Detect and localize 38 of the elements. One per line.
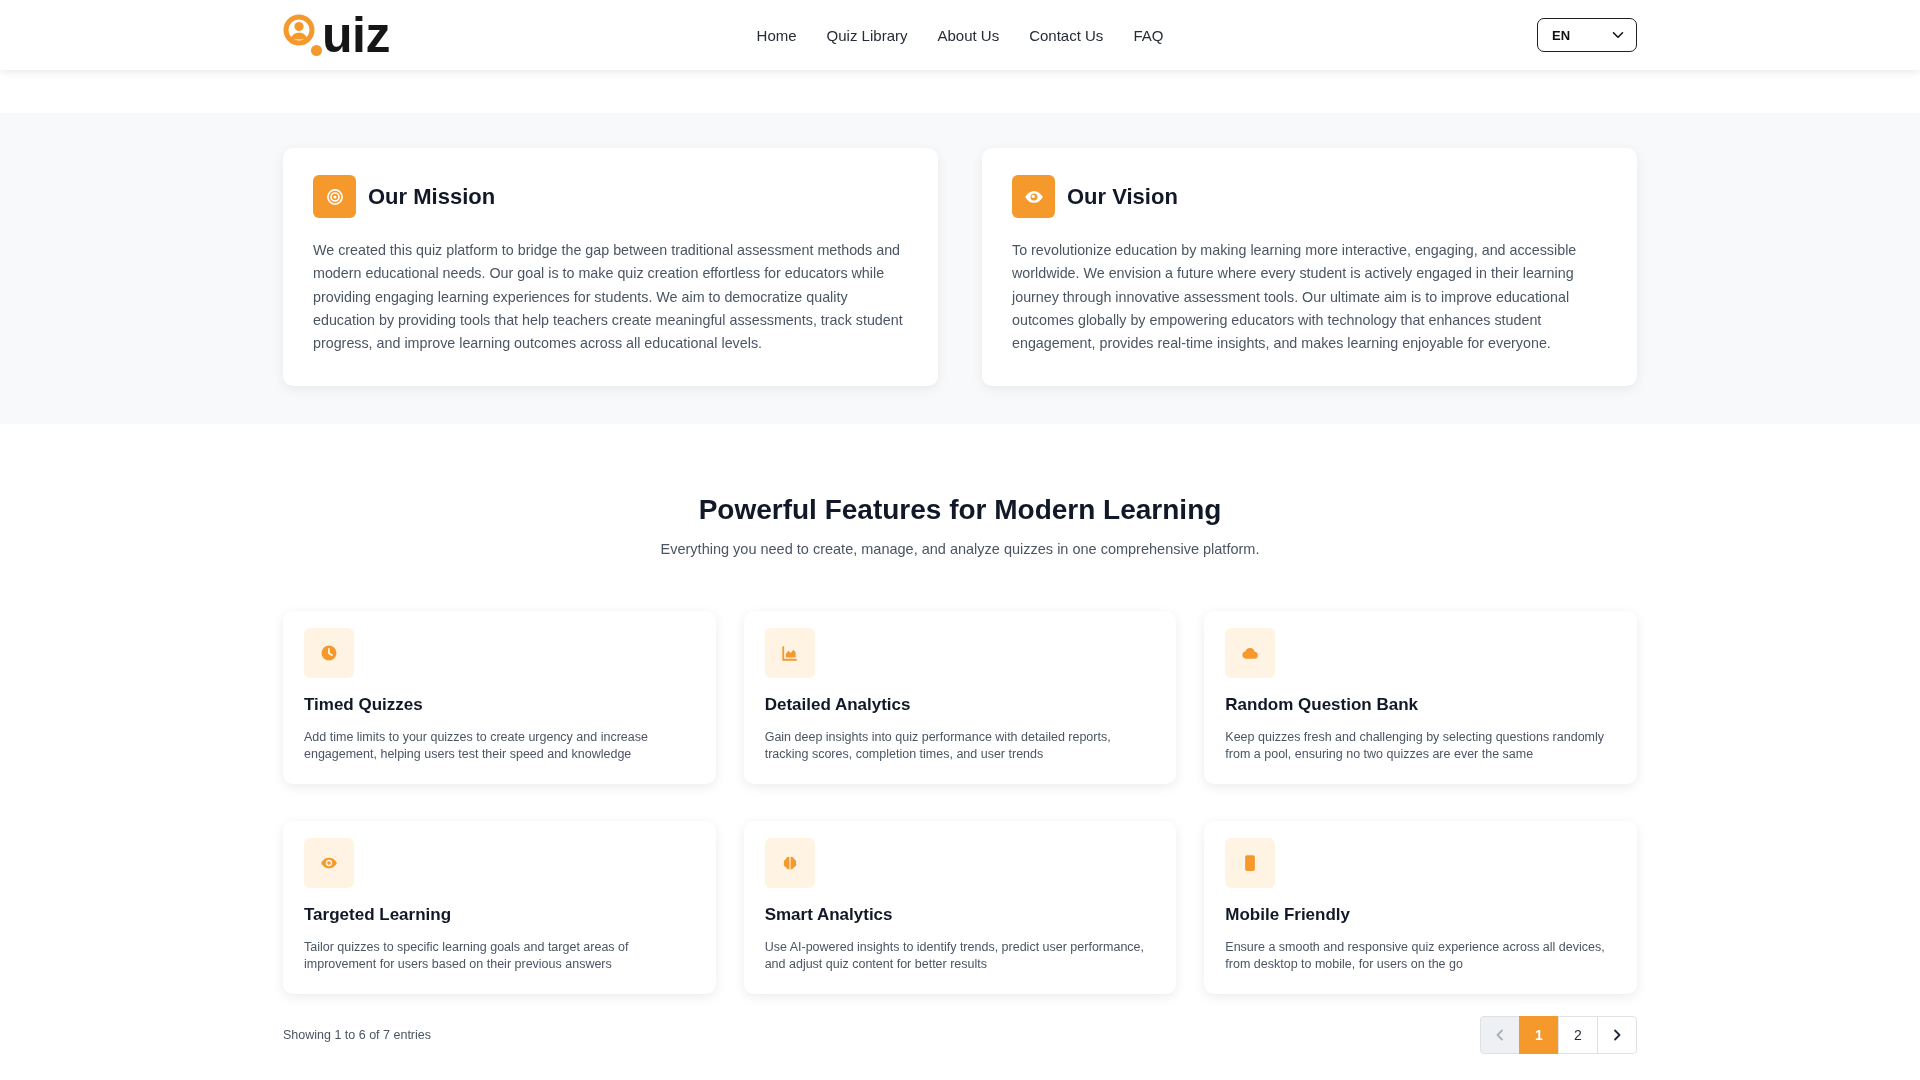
section-title: Powerful Features for Modern Learning <box>697 493 1223 528</box>
card-text: We created this quiz platform to bridge the gap between traditional assessment methods and modern educational needs. Our goal is to make quiz creation effortless for educators while providing engaging learning experiences for students. We aim to democratize quality education by providing tools that help teachers create meaningful assessments, track student progress, and improve learning outcomes across all educational levels. <box>313 241 904 354</box>
feature-description: Keep quizzes fresh and challenging by selecting questions randomly from a pool, ensuring no two quizzes are ever the same <box>1225 729 1606 764</box>
feature-title: Timed Quizzes <box>304 694 424 717</box>
feature-description: Tailor quizzes to specific learning goals and target areas of improvement for users based on their previous answers <box>304 939 630 974</box>
feature-description: Gain deep insights into quiz performance with detailed reports, tracking scores, completion times, and user trends <box>764 729 1112 764</box>
nav-link[interactable]: FAQ <box>1133 26 1164 44</box>
logo-text[interactable]: uiz <box>322 10 390 60</box>
card-title: Our Vision <box>1067 183 1178 210</box>
brain-icon <box>764 838 815 889</box>
feature-title: Random Question Bank <box>1225 694 1419 717</box>
target-icon <box>313 175 356 218</box>
feature-description: Use AI-powered insights to identify trends, predict user performance, and adjust quiz content for better results <box>764 939 1145 974</box>
feature-description: Add time limits to your quizzes to create urgency and increase engagement, helping users test their speed and knowledge <box>304 729 649 764</box>
feature-title: Targeted Learning <box>304 904 453 927</box>
feature-title: Detailed Analytics <box>764 694 912 717</box>
feature-description: Ensure a smooth and responsive quiz experience across all devices, from desktop to mobile, for users on the go <box>1225 939 1606 974</box>
area-chart-icon <box>764 628 815 679</box>
feature-title: Mobile Friendly <box>1225 904 1351 927</box>
eye-icon <box>1012 175 1055 218</box>
phone-icon <box>1225 838 1276 889</box>
section-subtitle: Everything you need to create, manage, and analyze quizzes in one comprehensive platform. <box>659 540 1261 560</box>
card-title: Our Mission <box>368 183 496 210</box>
nav-link[interactable]: About Us <box>937 26 1000 44</box>
cloud-icon <box>1225 628 1276 679</box>
chevron-down-icon <box>1612 29 1624 41</box>
clock-icon <box>304 628 354 679</box>
nav-link[interactable]: Home <box>756 26 797 44</box>
feature-title: Smart Analytics <box>764 904 894 927</box>
language-select[interactable]: EN <box>1537 18 1637 52</box>
card-text: To revolutionize education by making learning more interactive, engaging, and accessible worldwide. We envision a future where every student is actively engaged in their learning journey through innovative assessment tools. Our ultimate aim is to improve educational outcomes globally by empowering educators with technology that enhances student engagement, provides real-time insights, and makes learning enjoyable for everyone. <box>1012 241 1578 354</box>
logo-icon[interactable] <box>283 13 323 57</box>
nav-link[interactable]: Contact Us <box>1029 26 1104 44</box>
entries-info: Showing 1 to 6 of 7 entries <box>283 1028 431 1043</box>
next-page-button[interactable] <box>1597 1016 1637 1055</box>
eye-icon <box>304 838 354 889</box>
nav-link[interactable]: Quiz Library <box>826 26 908 44</box>
page-button[interactable]: 2 <box>1558 1016 1598 1055</box>
